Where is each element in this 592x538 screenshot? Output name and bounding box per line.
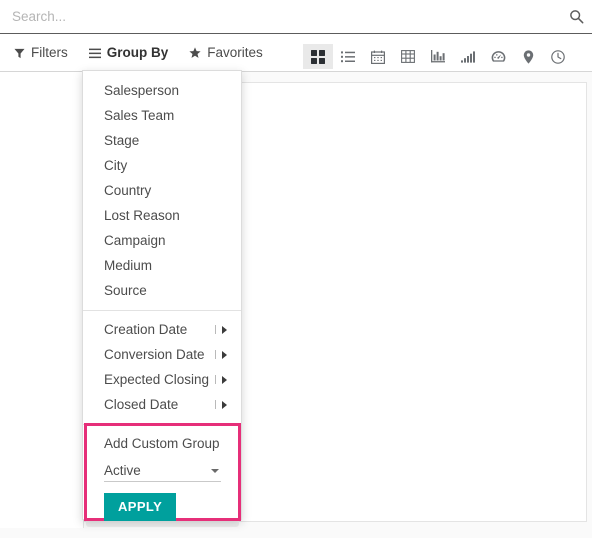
- pivot-view-icon[interactable]: [393, 46, 423, 68]
- submenu-indicator: [215, 350, 227, 359]
- menu-item-label: Expected Closing: [104, 372, 210, 387]
- apply-button[interactable]: APPLY: [104, 493, 177, 521]
- group-by-menu-button[interactable]: Group By: [88, 45, 169, 61]
- submenu-indicator: [215, 400, 227, 409]
- star-icon: [189, 47, 201, 59]
- filter-icon: [14, 48, 25, 59]
- search-icon[interactable]: [560, 1, 592, 33]
- filters-menu-button[interactable]: Filters: [14, 46, 68, 60]
- chevron-right-icon: [222, 325, 227, 334]
- filters-label: Filters: [31, 45, 68, 61]
- dashboard-view-icon[interactable]: [483, 46, 513, 68]
- map-view-icon[interactable]: [513, 46, 543, 68]
- submenu-indicator: [215, 375, 227, 384]
- filter-menus: Filters Group By Favorites: [0, 46, 263, 60]
- view-switcher: [303, 44, 573, 69]
- group-by-item-city[interactable]: City: [83, 153, 241, 178]
- menu-item-label: Creation Date: [104, 322, 188, 337]
- search-view: [0, 0, 592, 34]
- kanban-view-icon[interactable]: [303, 44, 333, 69]
- dropdown-shadow: [86, 521, 239, 527]
- separator-pipe-icon: [215, 350, 216, 359]
- search-input[interactable]: [0, 4, 560, 29]
- cohort-view-icon[interactable]: [453, 46, 483, 68]
- content-left-column: [0, 72, 84, 528]
- group-by-item-creation-date[interactable]: Creation Date: [83, 317, 241, 342]
- menu-divider: [83, 310, 241, 311]
- group-by-item-expected-closing[interactable]: Expected Closing: [83, 367, 241, 392]
- activity-view-icon[interactable]: [543, 46, 573, 68]
- list-lines-icon: [88, 48, 101, 59]
- graph-view-icon[interactable]: [423, 46, 453, 68]
- group-by-item-campaign[interactable]: Campaign: [83, 228, 241, 253]
- group-by-label: Group By: [106, 45, 169, 61]
- group-by-item-salesperson[interactable]: Salesperson: [83, 78, 241, 103]
- custom-group-field-value: Active: [104, 463, 141, 478]
- chevron-right-icon: [222, 400, 227, 409]
- group-by-item-country[interactable]: Country: [83, 178, 241, 203]
- menu-item-label: Source: [104, 283, 147, 298]
- menu-item-label: Conversion Date: [104, 347, 205, 362]
- group-by-item-sales-team[interactable]: Sales Team: [83, 103, 241, 128]
- add-custom-group-section: Add Custom Group Active APPLY: [84, 423, 241, 521]
- menu-item-label: Sales Team: [104, 108, 175, 123]
- add-custom-group-title: Add Custom Group: [104, 436, 220, 451]
- separator-pipe-icon: [215, 325, 216, 334]
- group-by-item-closed-date[interactable]: Closed Date: [83, 392, 241, 417]
- chevron-right-icon: [222, 375, 227, 384]
- custom-group-field-select[interactable]: Active: [104, 460, 221, 482]
- group-by-item-medium[interactable]: Medium: [83, 253, 241, 278]
- group-by-item-stage[interactable]: Stage: [83, 128, 241, 153]
- submenu-indicator: [215, 325, 227, 334]
- calendar-view-icon[interactable]: [363, 46, 393, 68]
- menu-item-label: Medium: [104, 258, 153, 273]
- menu-item-label: Stage: [104, 133, 140, 148]
- chevron-right-icon: [222, 350, 227, 359]
- group-by-item-lost-reason[interactable]: Lost Reason: [83, 203, 241, 228]
- menu-item-label: Campaign: [104, 233, 166, 248]
- menu-item-label: Country: [104, 183, 152, 198]
- menu-item-label: Closed Date: [104, 397, 179, 412]
- chevron-down-icon: [211, 468, 219, 473]
- favorites-menu-button[interactable]: Favorites: [189, 46, 263, 60]
- menu-item-label: Salesperson: [104, 83, 180, 98]
- menu-item-label: City: [104, 158, 128, 173]
- list-view-icon[interactable]: [333, 46, 363, 68]
- separator-pipe-icon: [215, 400, 216, 409]
- favorites-label: Favorites: [207, 45, 263, 61]
- group-by-item-conversion-date[interactable]: Conversion Date: [83, 342, 241, 367]
- separator-pipe-icon: [215, 375, 216, 384]
- menu-item-label: Lost Reason: [104, 208, 180, 223]
- group-by-item-source[interactable]: Source: [83, 278, 241, 303]
